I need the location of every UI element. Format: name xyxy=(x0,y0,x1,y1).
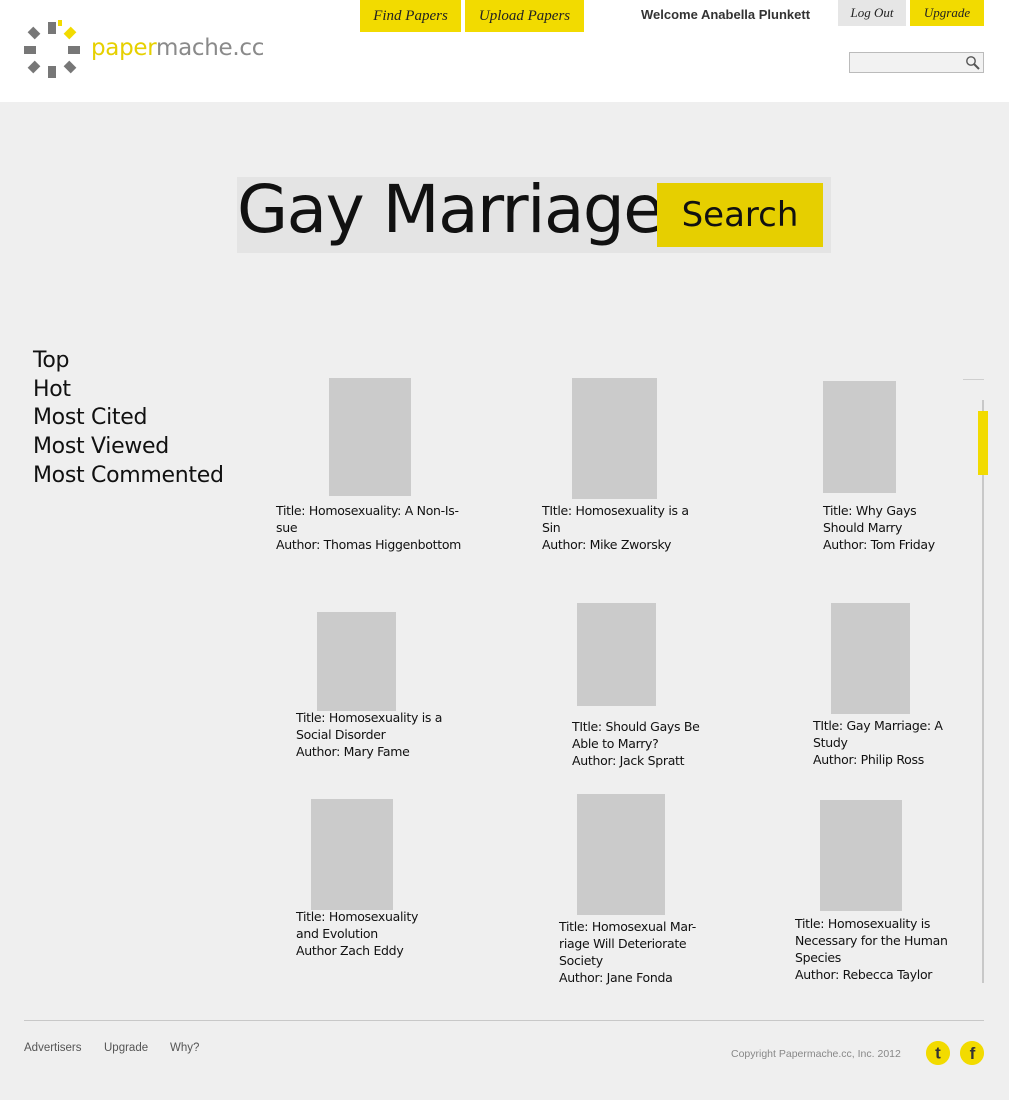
logo-text-mache: mache.cc xyxy=(156,35,265,61)
paper-author: Author: Philip Ross xyxy=(813,752,924,767)
filter-top[interactable]: Top xyxy=(33,347,224,376)
paper-title[interactable]: Title: Homosexuality: A Non-Is- xyxy=(276,502,476,519)
paper-thumbnail[interactable] xyxy=(329,378,411,496)
paper-author: Author: Rebecca Taylor xyxy=(795,967,933,982)
footer-link-advertisers[interactable]: Advertisers xyxy=(24,1042,82,1054)
paper-title-cont: riage Will Deteriorate xyxy=(559,936,687,951)
filter-most-commented[interactable]: Most Commented xyxy=(33,462,224,491)
paper-title[interactable]: TItle: Homosexuality is a xyxy=(542,502,712,519)
paper-title-cont: Able to Marry? xyxy=(572,736,659,751)
search-query-input[interactable]: Gay Marriage xyxy=(237,171,664,248)
paper-info: TItle: Homosexuality is a Sin Author: Mi… xyxy=(542,502,712,553)
paper-info: Title: Why Gays Should Marry Author: Tom… xyxy=(823,502,963,553)
paper-author: Author: Jack Spratt xyxy=(572,753,685,768)
footer-link-upgrade[interactable]: Upgrade xyxy=(104,1042,148,1054)
paper-info: TItle: Gay Marriage: A Study Author: Phi… xyxy=(813,717,963,768)
results-scrollbar-thumb[interactable] xyxy=(978,411,988,475)
logout-button[interactable]: Log Out xyxy=(838,0,906,26)
facebook-icon[interactable]: f xyxy=(960,1041,984,1065)
paper-title[interactable]: Title: Homosexuality is xyxy=(795,915,965,932)
site-logo-text[interactable]: papermache.cc xyxy=(91,35,264,61)
paper-title-cont: Necessary for the Human xyxy=(795,933,948,948)
upgrade-button[interactable]: Upgrade xyxy=(910,0,984,26)
filter-most-viewed[interactable]: Most Viewed xyxy=(33,433,224,462)
paper-thumbnail[interactable] xyxy=(317,612,396,711)
paper-author: Author: Mike Zworsky xyxy=(542,537,672,552)
paper-title-cont: Should Marry xyxy=(823,520,903,535)
paper-title-cont: Social Disorder xyxy=(296,727,386,742)
paper-title[interactable]: TItle: Should Gays Be xyxy=(572,718,722,735)
paper-title-cont: sue xyxy=(276,520,298,535)
paper-thumbnail[interactable] xyxy=(311,799,393,910)
paper-author: Author: Mary Fame xyxy=(296,744,410,759)
logo-asterisk-icon[interactable] xyxy=(22,20,82,80)
paper-author: Author: Jane Fonda xyxy=(559,970,673,985)
sort-filter-list: Top Hot Most Cited Most Viewed Most Comm… xyxy=(33,347,224,491)
paper-info: Title: Homosexuality is a Social Disorde… xyxy=(296,709,466,760)
paper-author: Author: Tom Friday xyxy=(823,537,935,552)
paper-title-cont: Sin xyxy=(542,520,561,535)
results-scrollbar-track[interactable] xyxy=(982,400,984,983)
paper-thumbnail[interactable] xyxy=(572,378,657,499)
paper-info: Title: Homosexuality: A Non-Is- sue Auth… xyxy=(276,502,476,553)
paper-title-cont: Species xyxy=(795,950,842,965)
header-search-box xyxy=(849,52,984,73)
logo-text-paper: paper xyxy=(91,35,156,61)
paper-info: TItle: Should Gays Be Able to Marry? Aut… xyxy=(572,718,722,769)
paper-title[interactable]: Title: Homosexuality xyxy=(296,908,446,925)
facebook-glyph: f xyxy=(970,1044,976,1063)
paper-author: Author: Thomas Higgenbottom xyxy=(276,537,462,552)
twitter-icon[interactable]: t xyxy=(926,1041,950,1065)
paper-title[interactable]: Title: Homosexuality is a xyxy=(296,709,466,726)
paper-thumbnail[interactable] xyxy=(831,603,910,714)
paper-thumbnail[interactable] xyxy=(577,794,665,915)
paper-title-cont: Society xyxy=(559,953,603,968)
paper-title[interactable]: Title: Homosexual Mar- xyxy=(559,918,719,935)
site-header: papermache.cc Find Papers Upload Papers … xyxy=(0,0,1009,102)
paper-thumbnail[interactable] xyxy=(820,800,902,911)
paper-thumbnail[interactable] xyxy=(823,381,896,493)
filter-most-cited[interactable]: Most Cited xyxy=(33,404,224,433)
paper-title-cont: Study xyxy=(813,735,848,750)
hero-search: Gay Marriage Search xyxy=(237,171,831,253)
paper-author: Author Zach Eddy xyxy=(296,943,404,958)
filter-hot[interactable]: Hot xyxy=(33,376,224,405)
paper-title[interactable]: Title: Why Gays xyxy=(823,502,963,519)
paper-info: Title: Homosexuality and Evolution Autho… xyxy=(296,908,446,959)
paper-title[interactable]: TItle: Gay Marriage: A xyxy=(813,717,963,734)
paper-info: Title: Homosexual Mar- riage Will Deteri… xyxy=(559,918,719,986)
scroll-top-line xyxy=(963,379,984,380)
paper-thumbnail[interactable] xyxy=(577,603,656,706)
twitter-glyph: t xyxy=(935,1044,941,1063)
welcome-message: Welcome Anabella Plunkett xyxy=(641,7,811,22)
copyright-text: Copyright Papermache.cc, Inc. 2012 xyxy=(731,1048,901,1060)
upload-papers-button[interactable]: Upload Papers xyxy=(465,0,584,32)
paper-info: Title: Homosexuality is Necessary for th… xyxy=(795,915,965,983)
header-search-input[interactable] xyxy=(850,53,960,72)
search-button[interactable]: Search xyxy=(657,183,823,247)
find-papers-button[interactable]: Find Papers xyxy=(360,0,461,32)
footer-divider xyxy=(24,1020,984,1021)
footer-link-why[interactable]: Why? xyxy=(170,1042,199,1054)
paper-title-cont: and Evolution xyxy=(296,926,378,941)
magnifier-icon[interactable] xyxy=(965,55,980,70)
